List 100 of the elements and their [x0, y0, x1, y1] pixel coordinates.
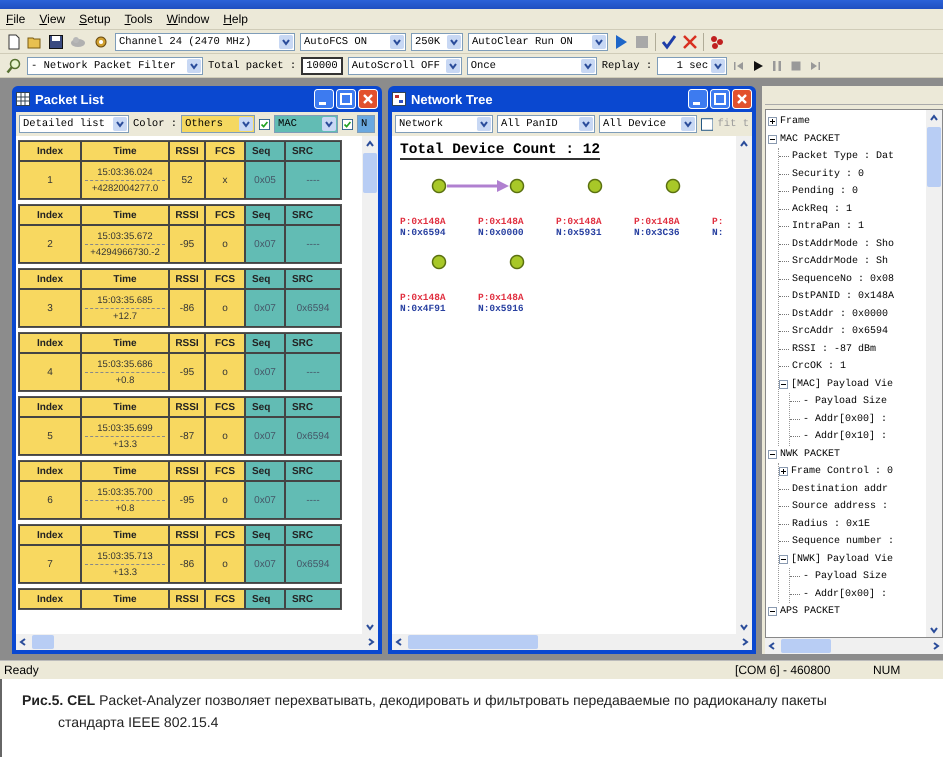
tree-item[interactable]: DstAddr : 0x0000	[792, 308, 888, 320]
table-cell[interactable]: o	[205, 353, 245, 391]
delete-icon[interactable]	[682, 34, 698, 50]
tree-item[interactable]: - Payload Size	[803, 396, 888, 408]
table-cell[interactable]: x	[205, 161, 245, 199]
table-cell[interactable]: -86	[169, 289, 205, 327]
horizontal-scrollbar[interactable]	[16, 634, 378, 650]
tree-item[interactable]: Frame	[780, 116, 810, 128]
menu-item[interactable]: Setup	[79, 12, 111, 26]
menu-item[interactable]: Help	[223, 12, 248, 26]
scrollbar-thumb[interactable]	[927, 127, 941, 187]
scrollbar-thumb[interactable]	[408, 635, 538, 649]
tree-item[interactable]: DstAddrMode : Sho	[792, 238, 894, 250]
device-node[interactable]	[665, 178, 681, 194]
tree-item[interactable]: AckReq : 1	[792, 204, 852, 215]
tree-item[interactable]: DstPANID : 0x148A	[792, 291, 894, 302]
replay-interval-dropdown[interactable]: 1 sec	[657, 56, 728, 74]
menu-item[interactable]: Window	[166, 12, 210, 26]
table-cell[interactable]: 1	[19, 161, 81, 199]
search-icon[interactable]	[6, 58, 22, 74]
table-cell[interactable]: 2	[19, 225, 81, 263]
play-icon[interactable]	[751, 58, 766, 72]
save-icon[interactable]	[48, 34, 64, 50]
close-icon[interactable]	[732, 89, 752, 109]
vertical-scrollbar[interactable]	[736, 136, 752, 634]
vertical-scrollbar[interactable]	[362, 136, 378, 634]
rate-dropdown[interactable]: 250K	[411, 32, 463, 50]
tree-item[interactable]: [NWK] Payload Vie	[791, 554, 894, 565]
horizontal-scrollbar[interactable]	[392, 634, 752, 650]
collapse-icon[interactable]	[779, 554, 788, 564]
table-cell[interactable]: -95	[169, 481, 205, 519]
collapse-icon[interactable]	[768, 450, 777, 459]
table-cell[interactable]: o	[205, 545, 245, 583]
checkbox[interactable]	[259, 118, 270, 130]
collapse-icon[interactable]	[779, 380, 788, 389]
tree-item[interactable]: APS PACKET	[780, 606, 840, 618]
close-icon[interactable]	[358, 89, 378, 109]
tree-item[interactable]: Frame Control : 0	[791, 466, 894, 478]
tree-item[interactable]: Security : 0	[792, 168, 864, 180]
table-cell[interactable]: -95	[169, 353, 205, 391]
tree-item[interactable]: Pending : 0	[792, 186, 858, 198]
vertical-scrollbar[interactable]	[926, 110, 942, 637]
device-node[interactable]	[587, 178, 603, 194]
new-file-icon[interactable]	[6, 34, 22, 50]
scrollbar-thumb[interactable]	[781, 639, 831, 653]
tree-item[interactable]: [MAC] Payload Vie	[791, 378, 894, 390]
checkbox[interactable]	[701, 118, 714, 130]
menu-item[interactable]: File	[6, 12, 26, 26]
table-cell[interactable]: -87	[169, 417, 205, 455]
device-node[interactable]	[431, 178, 447, 194]
collapse-icon[interactable]	[768, 607, 777, 616]
tree-item[interactable]: SequenceNo : 0x08	[792, 274, 894, 285]
view-dropdown[interactable]: Detailed list	[19, 115, 129, 133]
menu-item[interactable]: Tools	[124, 12, 153, 26]
maximize-icon[interactable]	[710, 89, 730, 109]
table-cell[interactable]: o	[205, 289, 245, 327]
tree-item[interactable]: - Payload Size	[803, 571, 888, 582]
menu-item[interactable]: View	[39, 12, 66, 26]
minimize-icon[interactable]	[314, 89, 334, 109]
scrollbar-thumb[interactable]	[363, 153, 377, 193]
table-cell[interactable]: 3	[19, 289, 81, 327]
color-filter-dropdown[interactable]: Others	[181, 115, 256, 133]
table-cell[interactable]: 5	[19, 417, 81, 455]
tree-item[interactable]: CrcOK : 1	[792, 361, 846, 372]
table-cell[interactable]: 7	[19, 545, 81, 583]
collapse-icon[interactable]	[768, 134, 777, 144]
table-cell[interactable]: 4	[19, 353, 81, 391]
scrollbar-thumb[interactable]	[32, 635, 54, 649]
expand-icon[interactable]	[768, 117, 777, 126]
maximize-icon[interactable]	[336, 89, 356, 109]
panid-dropdown[interactable]: All PanID	[497, 115, 595, 133]
minimize-icon[interactable]	[688, 89, 708, 109]
table-cell[interactable]: -95	[169, 225, 205, 263]
checkbox[interactable]	[342, 118, 353, 130]
tree-item[interactable]: Sequence number :	[792, 536, 894, 548]
tree-item[interactable]: Source address :	[792, 501, 888, 512]
tree-item[interactable]: - Addr[0x00] :	[803, 588, 888, 600]
channel-dropdown[interactable]: Channel 24 (2470 MHz)	[115, 32, 295, 50]
table-cell[interactable]: o	[205, 417, 245, 455]
tree-item[interactable]: - Addr[0x00] :	[803, 414, 888, 425]
checkmark-icon[interactable]	[661, 34, 677, 50]
filter-dropdown[interactable]: - Network Packet Filter	[27, 56, 203, 74]
table-cell[interactable]: 52	[169, 161, 205, 199]
autoclear-dropdown[interactable]: AutoClear Run ON	[468, 32, 608, 50]
tree-item[interactable]: NWK PACKET	[780, 448, 840, 460]
device-dropdown[interactable]: All Device	[599, 115, 697, 133]
tree-item[interactable]: RSSI : -87 dBm	[792, 344, 876, 355]
table-cell[interactable]: o	[205, 225, 245, 263]
expand-icon[interactable]	[779, 467, 788, 476]
device-node[interactable]	[431, 254, 447, 270]
tree-item[interactable]: - Addr[0x10] :	[803, 431, 888, 442]
tree-item[interactable]: Packet Type : Dat	[792, 151, 894, 162]
horizontal-scrollbar[interactable]	[765, 638, 943, 654]
tree-item[interactable]: SrcAddr : 0x6594	[792, 326, 888, 338]
total-packet-field[interactable]: 10000	[301, 56, 343, 74]
color-filter-dropdown[interactable]: N	[356, 115, 375, 133]
network-dropdown[interactable]: Network	[395, 115, 493, 133]
tree-item[interactable]: MAC PACKET	[780, 134, 840, 145]
table-cell[interactable]: 6	[19, 481, 81, 519]
tree-item[interactable]: IntraPan : 1	[792, 221, 864, 232]
